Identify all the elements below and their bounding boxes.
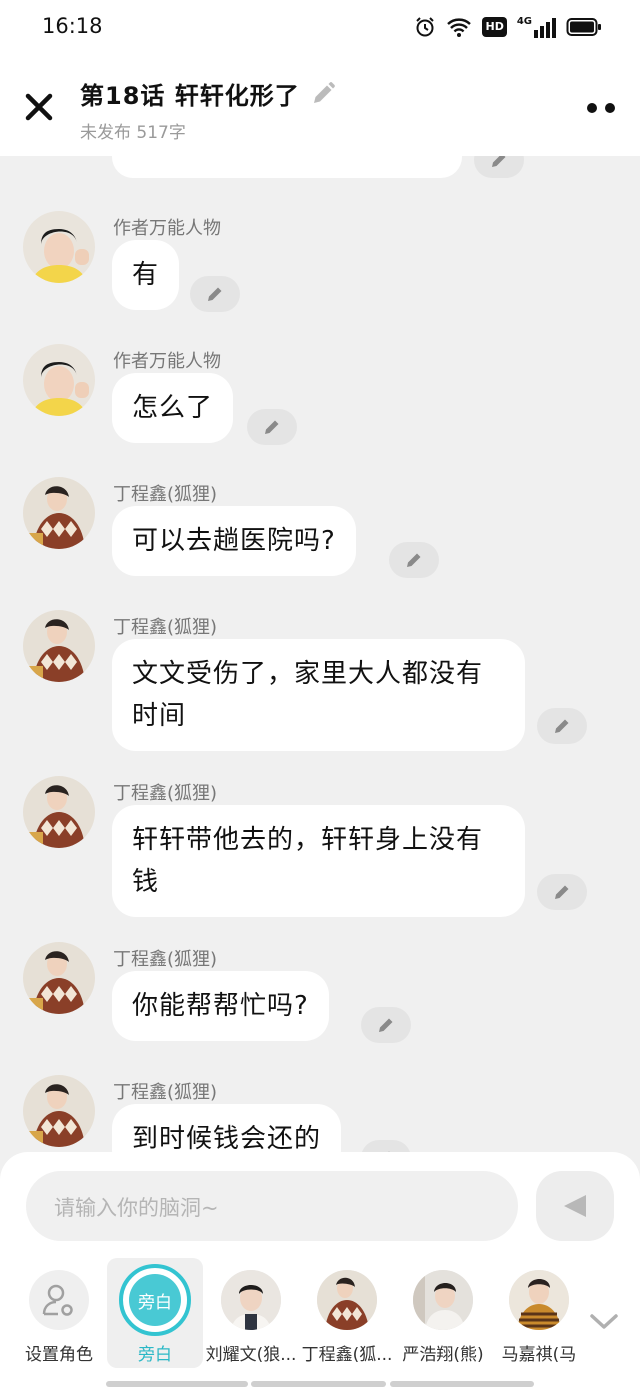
role-ma-jiaqi[interactable]: 马嘉祺(马	[491, 1258, 587, 1368]
pencil-icon	[555, 719, 569, 733]
avatar-ding[interactable]	[23, 477, 95, 549]
send-icon	[564, 1195, 586, 1217]
narrator-avatar: 旁白	[119, 1264, 191, 1336]
role-label: 马嘉祺(马	[501, 1345, 577, 1365]
message-bubble[interactable]: 可以去趟医院吗?	[112, 506, 356, 576]
message-bubble[interactable]: 有	[112, 240, 180, 310]
pencil-icon	[555, 885, 569, 899]
message-text-line1: 文文受伤了，家里大人都没有	[132, 659, 484, 689]
role-narrator[interactable]: 旁白 旁白	[107, 1258, 203, 1368]
signal-icon: 4G	[517, 16, 556, 38]
message-text: 有	[132, 260, 160, 290]
pencil-icon	[407, 553, 421, 567]
message-input[interactable]: 请输入你的脑洞~	[26, 1171, 518, 1241]
message-text-line2: 时间	[132, 701, 187, 731]
edit-message-button[interactable]	[247, 409, 297, 445]
status-bar: 16:18 HD 4G	[0, 0, 640, 56]
close-icon[interactable]	[22, 90, 56, 124]
edit-message-button[interactable]	[190, 276, 240, 312]
role-scroll-indicator	[251, 1381, 386, 1387]
sender-name: 丁程鑫(狐狸)	[113, 783, 218, 804]
message-text-line1: 轩轩带他去的，轩轩身上没有	[132, 825, 484, 855]
input-placeholder: 请输入你的脑洞~	[54, 1196, 219, 1220]
avatar-author[interactable]	[23, 344, 95, 416]
avatar-ding[interactable]	[23, 942, 95, 1014]
role-label: 旁白	[138, 1345, 172, 1365]
role-selector: 设置角色 旁白 旁白 刘耀文(狼... 丁程鑫(狐... 严浩翔(熊) 马嘉祺(…	[0, 1258, 640, 1387]
role-liu-yaowen[interactable]: 刘耀文(狼...	[203, 1258, 299, 1368]
sender-name: 作者万能人物	[113, 351, 221, 372]
role-scroll-indicator	[106, 1381, 248, 1387]
role-scroll-indicator	[390, 1381, 534, 1387]
status-icons: HD 4G	[414, 16, 602, 38]
narrator-badge: 旁白	[129, 1274, 181, 1326]
role-avatar	[221, 1270, 281, 1330]
role-label: 刘耀文(狼...	[205, 1345, 297, 1365]
sender-name: 丁程鑫(狐狸)	[113, 949, 218, 970]
more-options-icon[interactable]	[586, 102, 616, 114]
role-ding-chengxin[interactable]: 丁程鑫(狐...	[299, 1258, 395, 1368]
role-label: 设置角色	[25, 1345, 93, 1365]
avatar-author[interactable]	[23, 211, 95, 283]
person-settings-icon	[42, 1284, 73, 1316]
sender-name: 丁程鑫(狐狸)	[113, 1082, 218, 1103]
edit-message-button[interactable]	[537, 874, 587, 910]
pencil-icon	[492, 156, 506, 167]
role-yan-haoxiang[interactable]: 严浩翔(熊)	[395, 1258, 491, 1368]
wifi-icon	[447, 18, 472, 37]
pencil-icon	[379, 1018, 393, 1032]
hd-icon: HD	[482, 17, 507, 37]
role-label: 丁程鑫(狐...	[301, 1345, 393, 1365]
edit-title-icon[interactable]	[310, 81, 336, 107]
message-bubble-partial[interactable]	[112, 156, 462, 178]
message-text: 怎么了	[132, 393, 214, 423]
message-bubble[interactable]: 怎么了	[112, 373, 234, 443]
pencil-icon	[208, 287, 222, 301]
avatar-ding[interactable]	[23, 1075, 95, 1147]
chapter-title[interactable]: 第18话 轩轩化形了	[80, 76, 300, 111]
edit-message-button[interactable]	[537, 708, 587, 744]
sender-name: 丁程鑫(狐狸)	[113, 484, 218, 505]
avatar-ding[interactable]	[23, 776, 95, 848]
edit-message-button[interactable]	[361, 1007, 411, 1043]
pencil-icon	[265, 420, 279, 434]
message-bubble[interactable]: 到时候钱会还的	[112, 1104, 342, 1154]
role-avatar	[509, 1270, 569, 1330]
message-text-line2: 钱	[132, 867, 160, 897]
edit-message-button[interactable]	[389, 542, 439, 578]
message-text: 你能帮帮忙吗?	[132, 991, 309, 1021]
avatar-ding[interactable]	[23, 610, 95, 682]
message-bubble[interactable]: 轩轩带他去的，轩轩身上没有 钱	[112, 805, 525, 917]
battery-icon	[566, 18, 601, 36]
role-avatar	[413, 1270, 473, 1330]
title-row: 第18话 轩轩化形了	[80, 76, 336, 111]
message-text: 到时候钱会还的	[132, 1124, 322, 1154]
role-settings-avatar	[29, 1270, 89, 1330]
message-text: 可以去趟医院吗?	[132, 526, 336, 556]
editor-header: 第18话 轩轩化形了 未发布 517字	[0, 56, 640, 156]
role-label: 严浩翔(熊)	[402, 1345, 484, 1365]
message-bubble[interactable]: 你能帮帮忙吗?	[112, 971, 329, 1041]
chapter-status: 未发布 517字	[80, 123, 186, 143]
status-time: 16:18	[42, 14, 103, 38]
edit-message-button[interactable]	[474, 156, 524, 178]
chat-area[interactable]: 作者万能人物 有 作者万能人物 怎么了 丁程鑫(狐狸) 可以去趟医院吗? 丁程鑫…	[0, 156, 640, 1154]
message-bubble[interactable]: 文文受伤了，家里大人都没有 时间	[112, 639, 525, 751]
alarm-icon	[416, 17, 435, 37]
send-button[interactable]	[536, 1171, 614, 1241]
chevron-down-icon[interactable]	[588, 1310, 620, 1332]
role-avatar	[317, 1270, 377, 1330]
sender-name: 丁程鑫(狐狸)	[113, 617, 218, 638]
role-settings[interactable]: 设置角色	[11, 1258, 107, 1368]
sender-name: 作者万能人物	[113, 218, 221, 239]
